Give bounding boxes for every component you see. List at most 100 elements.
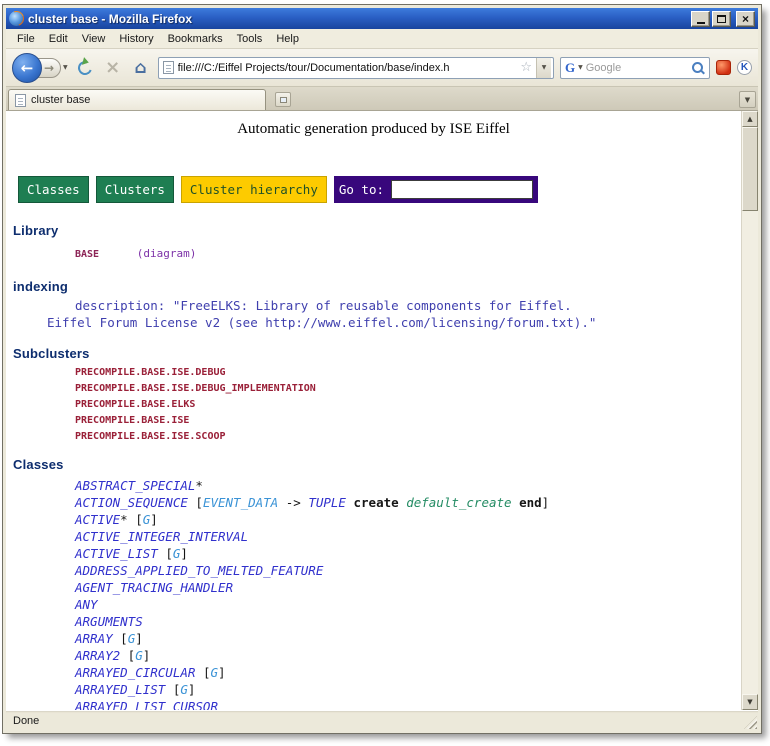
addon-icon-red[interactable] <box>716 60 731 75</box>
class-link[interactable]: ACTIVE <box>75 512 120 527</box>
search-engine-dropdown-icon[interactable]: ▼ <box>578 64 583 71</box>
minimize-button[interactable] <box>691 11 710 27</box>
class-entry: ARRAYED_LIST_CURSOR <box>75 698 741 710</box>
resize-grip[interactable] <box>744 716 757 729</box>
reload-button[interactable] <box>74 57 96 79</box>
tab-favicon <box>15 94 26 107</box>
subcluster-link[interactable]: PRECOMPILE.BASE.ELKS <box>75 397 741 413</box>
class-entry: ARRAY [G] <box>75 630 741 647</box>
class-entry: ACTIVE* [G] <box>75 511 741 528</box>
page: Automatic generation produced by ISE Eif… <box>6 111 741 710</box>
class-link[interactable]: ACTIVE_INTEGER_INTERVAL <box>75 529 248 544</box>
class-link[interactable]: ARRAY2 <box>75 648 120 663</box>
maximize-button[interactable] <box>712 11 731 27</box>
class-link[interactable]: ANY <box>75 597 98 612</box>
minimize-icon <box>697 22 705 24</box>
menu-edit[interactable]: Edit <box>42 30 75 48</box>
page-nav-cluster-hierarchy[interactable]: Cluster hierarchy <box>181 176 327 203</box>
library-line: BASE (diagram) <box>75 242 741 261</box>
class-entry: ARGUMENTS <box>75 613 741 630</box>
window-title: cluster base - Mozilla Firefox <box>28 12 687 26</box>
menu-view[interactable]: View <box>75 30 113 48</box>
home-button[interactable]: ⌂ <box>130 57 152 79</box>
menu-tools[interactable]: Tools <box>230 30 270 48</box>
goto-input[interactable] <box>391 180 533 199</box>
page-nav-label: Go to: <box>339 182 384 197</box>
class-link[interactable]: ACTION_SEQUENCE <box>75 495 188 510</box>
content-area: Automatic generation produced by ISE Eif… <box>6 111 758 710</box>
diagram-link[interactable]: (diagram) <box>137 247 197 260</box>
library-heading: Library <box>13 223 741 238</box>
url-bar[interactable]: ☆ ▼ <box>158 57 554 79</box>
page-nav-label: Classes <box>27 182 80 197</box>
search-bar[interactable]: G ▼ <box>560 57 710 79</box>
scroll-up-button[interactable]: ▲ <box>742 111 758 127</box>
class-token-mark: * <box>195 478 203 493</box>
scroll-down-button[interactable]: ▼ <box>742 694 758 710</box>
class-link[interactable]: TUPLE <box>308 495 346 510</box>
tab-label: cluster base <box>31 94 90 106</box>
menu-history[interactable]: History <box>112 30 160 48</box>
class-token-kw: end <box>519 495 542 510</box>
menu-file[interactable]: File <box>10 30 42 48</box>
menu-bookmarks[interactable]: Bookmarks <box>161 30 230 48</box>
class-link[interactable]: ABSTRACT_SPECIAL <box>75 478 195 493</box>
class-link[interactable]: ADDRESS_APPLIED_TO_MELTED_FEATURE <box>75 563 323 578</box>
class-token-mark: * <box>120 512 128 527</box>
status-text: Done <box>13 715 39 727</box>
page-nav-clusters[interactable]: Clusters <box>96 176 174 203</box>
history-dropdown-icon[interactable]: ▼ <box>63 64 68 71</box>
class-link[interactable]: ARRAYED_LIST <box>75 682 165 697</box>
page-nav: Classes Clusters Cluster hierarchy Go to: <box>18 176 741 203</box>
firefox-icon <box>9 11 24 26</box>
class-token-plain: ] <box>135 631 143 646</box>
indexing-heading: indexing <box>13 279 741 294</box>
class-token-plain: ] <box>143 648 151 663</box>
class-link[interactable]: ARRAYED_CIRCULAR <box>75 665 195 680</box>
titlebar[interactable]: cluster base - Mozilla Firefox × <box>6 8 758 29</box>
class-token-plain: -> <box>278 495 308 510</box>
class-link[interactable]: ARRAY <box>75 631 113 646</box>
class-token-feat: default_create <box>406 495 511 510</box>
back-button[interactable]: ← <box>12 53 42 83</box>
class-entry: ARRAY2 [G] <box>75 647 741 664</box>
window-controls: × <box>691 11 755 27</box>
list-all-tabs-button[interactable]: ▼ <box>739 91 756 108</box>
search-magnifier-icon[interactable] <box>691 61 705 75</box>
stop-button[interactable]: × <box>102 57 124 79</box>
addon-icon-k[interactable]: K <box>737 60 752 75</box>
class-link[interactable]: AGENT_TRACING_HANDLER <box>75 580 233 595</box>
vertical-scrollbar[interactable]: ▲ ▼ <box>741 111 758 710</box>
class-entry: ACTION_SEQUENCE [EVENT_DATA -> TUPLE cre… <box>75 494 741 511</box>
scrollbar-thumb[interactable] <box>742 127 758 211</box>
library-link[interactable]: BASE <box>75 249 99 260</box>
subcluster-link[interactable]: PRECOMPILE.BASE.ISE.DEBUG_IMPLEMENTATION <box>75 381 741 397</box>
tab-bar: cluster base ▼ <box>6 87 758 111</box>
subcluster-link[interactable]: PRECOMPILE.BASE.ISE <box>75 413 741 429</box>
close-button[interactable]: × <box>736 11 755 27</box>
class-link[interactable]: ARGUMENTS <box>75 614 143 629</box>
class-token-plain: ] <box>150 512 158 527</box>
class-token-plain: [ <box>165 682 180 697</box>
new-tab-button[interactable] <box>275 92 291 107</box>
menu-help[interactable]: Help <box>269 30 306 48</box>
search-input[interactable] <box>586 62 688 74</box>
class-link[interactable]: ARRAYED_LIST_CURSOR <box>75 699 218 710</box>
class-link[interactable]: ACTIVE_LIST <box>75 546 158 561</box>
firefox-window: cluster base - Mozilla Firefox × FileEdi… <box>2 4 762 734</box>
class-entry: ANY <box>75 596 741 613</box>
class-entry: ARRAYED_LIST [G] <box>75 681 741 698</box>
subcluster-link[interactable]: PRECOMPILE.BASE.ISE.SCOOP <box>75 429 741 445</box>
class-token-plain: [ <box>120 648 135 663</box>
page-favicon <box>163 61 174 74</box>
home-icon: ⌂ <box>135 58 147 78</box>
google-icon: G <box>565 60 575 76</box>
tab-cluster-base[interactable]: cluster base <box>8 89 266 110</box>
bookmark-star-icon[interactable]: ☆ <box>520 60 532 75</box>
subcluster-link[interactable]: PRECOMPILE.BASE.ISE.DEBUG <box>75 365 741 381</box>
url-dropdown-button[interactable]: ▼ <box>536 58 551 78</box>
url-input[interactable] <box>178 62 517 74</box>
page-nav-classes[interactable]: Classes <box>18 176 89 203</box>
class-token-plain: [ <box>195 665 210 680</box>
back-forward-cluster: ← → ▼ <box>12 53 68 83</box>
